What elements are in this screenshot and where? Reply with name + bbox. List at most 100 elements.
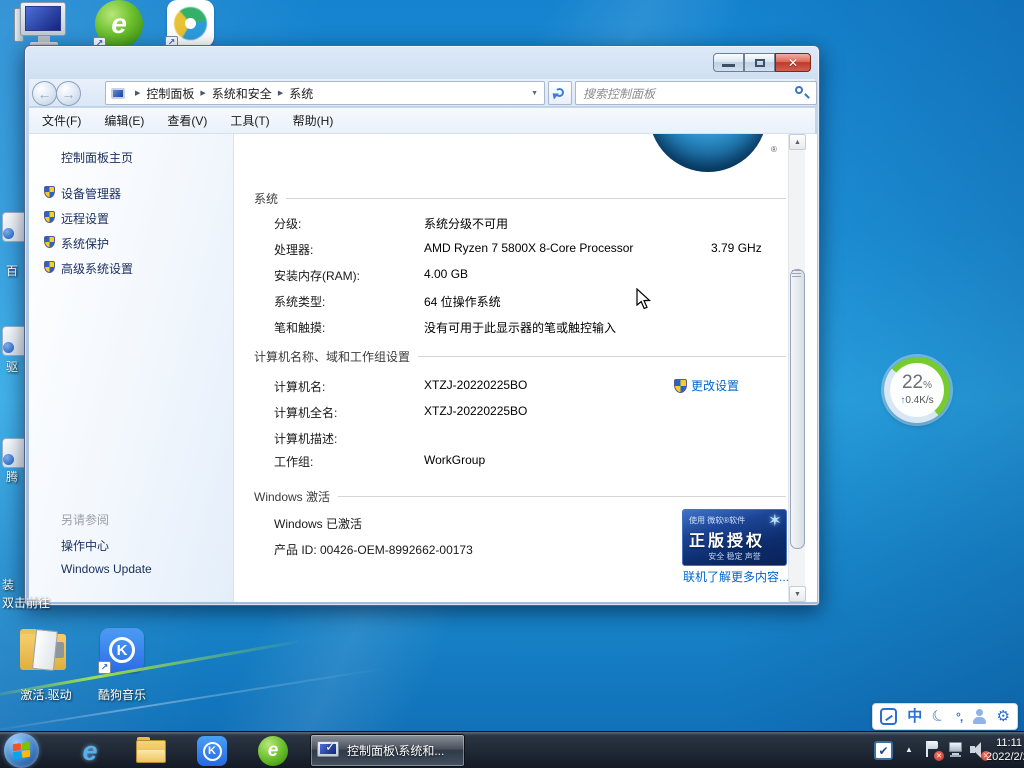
scroll-down-button[interactable]: ▼: [789, 586, 806, 602]
taskbar-kugou-button[interactable]: K: [196, 735, 228, 767]
uac-shield-icon: [44, 186, 55, 198]
refresh-button[interactable]: [548, 81, 572, 105]
menu-tools[interactable]: 工具(T): [230, 112, 269, 129]
system-properties-window: ✕ ← → ▶ 控制面板 ▶ 系统和安全 ▶ 系统 ▼ 搜索控制面板: [24, 45, 820, 606]
menu-edit[interactable]: 编辑(E): [104, 112, 144, 129]
pen-touch-label: 笔和触摸:: [274, 319, 325, 336]
speaker-cone-part: [973, 742, 981, 758]
memory-percent: 22%: [902, 374, 932, 395]
ime-toolbar[interactable]: 中 ☾ °, ⚙: [872, 703, 1018, 730]
partial-icon-logo: [3, 454, 14, 465]
sidebar-item-action-center[interactable]: 操作中心: [61, 537, 109, 554]
start-button[interactable]: [4, 733, 39, 768]
desktop-icon-label: 装: [2, 576, 24, 593]
genuine-microsoft-badge: 使用 微软®软件 ✶ 正版授权 安全 稳定 声誉: [682, 509, 787, 566]
change-settings-link[interactable]: 更改设置: [674, 377, 739, 394]
taskbar-active-window-button[interactable]: ✓ 控制面板\系统和...: [310, 734, 465, 767]
flag-pane: [13, 743, 21, 751]
error-badge-icon: ✕: [934, 751, 944, 761]
computer-fullname-label: 计算机全名:: [274, 404, 337, 421]
section-title: 计算机名称、域和工作组设置: [254, 348, 410, 365]
breadcrumb-system-security[interactable]: 系统和安全: [212, 85, 272, 102]
processor-speed: 3.79 GHz: [711, 241, 762, 255]
dial-needle-part: [885, 715, 893, 721]
rating-unavailable-link[interactable]: 系统分级不可用: [424, 215, 508, 232]
desktop-icon-label: 激活.驱动: [8, 686, 84, 703]
check-overlay-icon: ✓: [325, 739, 336, 755]
desktop-icon-browser-360[interactable]: e ↗: [95, 0, 143, 48]
taskbar-ie-button[interactable]: e: [74, 735, 106, 767]
ime-status-dial-icon[interactable]: [880, 708, 897, 725]
kugou-icon: K: [197, 736, 227, 766]
scroll-up-icon: ▲: [794, 139, 801, 146]
ime-settings-gear-icon[interactable]: ⚙: [997, 709, 1010, 724]
taskbar-360browser-button[interactable]: e: [257, 735, 289, 767]
person-head-part: [976, 709, 983, 716]
menu-help[interactable]: 帮助(H): [293, 112, 334, 129]
scroll-up-button[interactable]: ▲: [789, 134, 806, 150]
row-memory: 安装内存(RAM): 4.00 GB: [234, 267, 817, 283]
sidebar-see-also-header: 另请参阅: [61, 511, 109, 528]
badge-line2: 正版授权: [689, 527, 765, 551]
close-button[interactable]: ✕: [775, 53, 811, 72]
change-settings-label: 更改设置: [691, 377, 739, 394]
sidebar-item-remote-settings[interactable]: 远程设置: [61, 210, 109, 227]
taskbar-explorer-button[interactable]: [135, 735, 167, 767]
pen-touch-value: 没有可用于此显示器的笔或触控输入: [424, 319, 616, 336]
desktop-icon-label: 酷狗音乐: [92, 686, 152, 703]
row-computer-description: 计算机描述:: [234, 430, 817, 446]
windows-flag-icon: [13, 742, 30, 759]
system-type-label: 系统类型:: [274, 293, 325, 310]
desktop-icon-kugou[interactable]: K ↗: [100, 628, 144, 672]
scrollbar-thumb[interactable]: [790, 269, 805, 549]
flag-cloth-part: [928, 741, 938, 749]
taskbar: e K e ✓ 控制面板\系统和... ✔ ▲ ✕: [0, 731, 1024, 768]
menu-file[interactable]: 文件(F): [42, 112, 81, 129]
vertical-scrollbar[interactable]: ▲ ▼: [788, 134, 805, 602]
back-button[interactable]: ←: [32, 81, 57, 106]
address-bar[interactable]: ▶ 控制面板 ▶ 系统和安全 ▶ 系统 ▼: [105, 81, 545, 105]
section-header-computer-name: 计算机名称、域和工作组设置: [254, 348, 786, 365]
sidebar-item-system-protection[interactable]: 系统保护: [61, 235, 109, 252]
desktop-icon-computer[interactable]: [14, 2, 68, 48]
desktop-icon-partial[interactable]: [0, 326, 24, 360]
menu-view[interactable]: 查看(V): [167, 112, 207, 129]
desktop-icon-partial[interactable]: [0, 438, 24, 472]
sidebar-item-windows-update[interactable]: Windows Update: [61, 562, 152, 576]
search-icon-handle: [804, 93, 810, 99]
maximize-icon: [755, 59, 765, 67]
forward-icon: →: [62, 86, 76, 102]
sidebar-item-advanced-settings[interactable]: 高级系统设置: [61, 260, 133, 277]
taskbar-clock[interactable]: 11:11 2022/2/25: [986, 736, 1022, 764]
sidebar-item-home[interactable]: 控制面板主页: [61, 149, 133, 166]
network-tray-icon[interactable]: [947, 741, 965, 759]
ime-user-icon[interactable]: [972, 709, 986, 724]
address-dropdown-icon[interactable]: ▼: [531, 90, 538, 97]
learn-more-online-link[interactable]: 联机了解更多内容...: [683, 568, 789, 585]
ime-punctuation-button[interactable]: °,: [956, 711, 962, 723]
network-speed-ball[interactable]: 22% ↑0.4K/s: [884, 357, 950, 423]
badge-line1: 使用 微软®软件: [689, 515, 745, 526]
minimize-button[interactable]: [713, 53, 744, 72]
show-hidden-icons-button[interactable]: ▲: [905, 745, 913, 754]
tray-checkmark-icon[interactable]: ✔: [874, 741, 893, 760]
memory-label: 安装内存(RAM):: [274, 267, 360, 284]
search-input[interactable]: 搜索控制面板: [575, 81, 817, 105]
crumb-arrow-icon: ▶: [278, 89, 283, 97]
breadcrumb-control-panel[interactable]: 控制面板: [146, 85, 194, 102]
registered-mark: ®: [771, 145, 777, 154]
breadcrumb-system[interactable]: 系统: [289, 85, 313, 102]
sidebar-item-device-manager[interactable]: 设备管理器: [61, 185, 121, 202]
desktop-icon-activation-folder[interactable]: [20, 628, 70, 672]
ie-icon: e: [82, 736, 97, 767]
forward-button[interactable]: →: [56, 81, 81, 106]
uac-shield-icon: [674, 379, 687, 393]
search-icon[interactable]: [794, 85, 810, 101]
workgroup-label: 工作组:: [274, 453, 313, 470]
ime-fullwidth-moon-icon[interactable]: ☾: [930, 707, 949, 726]
desktop-icon-partial[interactable]: [0, 212, 24, 246]
action-center-flag-icon[interactable]: ✕: [925, 740, 941, 760]
ime-chinese-mode-button[interactable]: 中: [907, 709, 922, 724]
desktop-icon-app-colorful[interactable]: ↗: [167, 0, 214, 47]
maximize-button[interactable]: [744, 53, 775, 72]
